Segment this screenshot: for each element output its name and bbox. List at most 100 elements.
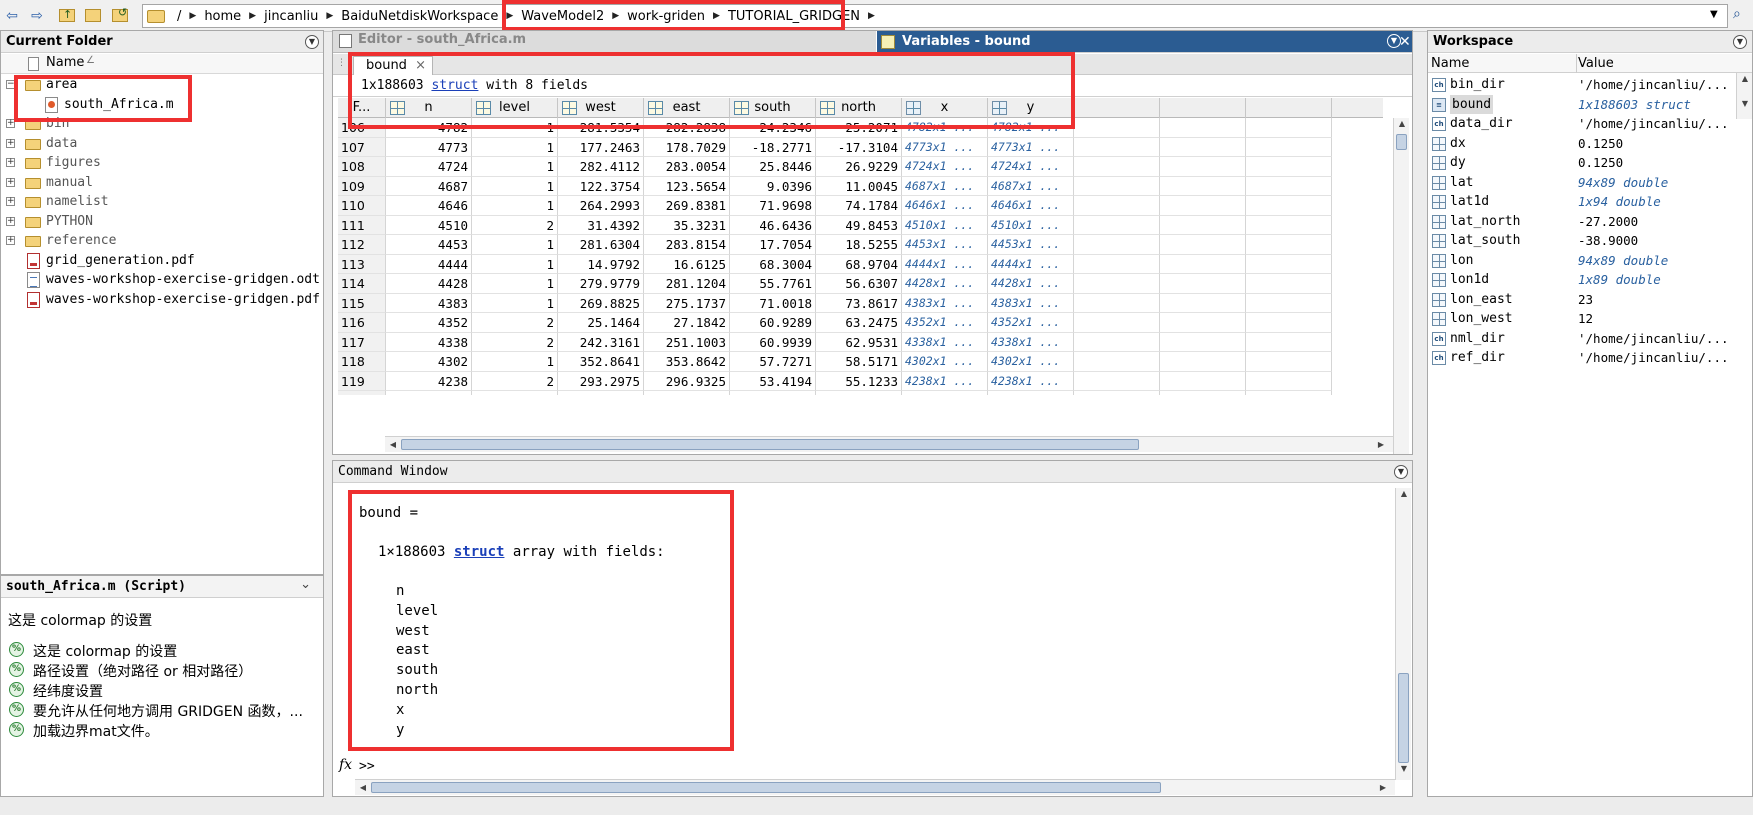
folder-item[interactable]: + figures (1, 153, 323, 172)
row-index[interactable]: 109 (338, 176, 386, 196)
column-divider[interactable] (1576, 54, 1577, 73)
table-cell[interactable]: 4510x1 ... (988, 215, 1074, 235)
empty-cell[interactable] (1074, 137, 1160, 157)
empty-cell[interactable] (1160, 235, 1246, 255)
grid-horizontal-scrollbar[interactable]: ◀ ▶ (385, 436, 1393, 452)
workspace-variable[interactable]: lat 94x89 double (1428, 173, 1752, 193)
table-row[interactable]: 109 4687 1 122.3754 123.5654 9.0396 11.0045 468… (338, 176, 1383, 196)
table-cell[interactable]: 1 (472, 274, 558, 294)
folder-item[interactable]: + bin (1, 114, 323, 133)
table-cell[interactable]: 1 (472, 176, 558, 196)
empty-cell[interactable] (1160, 313, 1246, 333)
table-cell[interactable]: 49.8453 (816, 215, 902, 235)
empty-cell[interactable] (1160, 137, 1246, 157)
table-cell[interactable]: 242.3161 (558, 332, 644, 352)
sort-icon[interactable]: ∠ (86, 55, 95, 66)
command-prompt[interactable]: >> (359, 759, 375, 774)
table-row[interactable]: 113 4444 1 14.9792 16.6125 68.3004 68.9704 4444… (338, 254, 1383, 274)
folder-item[interactable]: + PYTHON (1, 212, 323, 231)
row-index[interactable]: 106 (338, 118, 386, 138)
grid-vertical-scrollbar[interactable]: ▲ ▼ (1393, 118, 1409, 454)
table-cell[interactable]: 4782x1 ... (988, 118, 1074, 138)
struct-link[interactable]: struct (454, 544, 505, 560)
close-tab-icon[interactable]: × (415, 57, 426, 74)
empty-cell[interactable] (1074, 215, 1160, 235)
empty-cell[interactable] (1246, 137, 1332, 157)
table-cell[interactable]: 4646x1 ... (902, 196, 988, 216)
table-cell[interactable]: 296.9325 (644, 371, 730, 391)
table-cell[interactable]: 14.9792 (558, 254, 644, 274)
table-cell[interactable]: 178.7029 (644, 137, 730, 157)
empty-cell[interactable] (1246, 176, 1332, 196)
search-icon[interactable]: ⌕ (1733, 6, 1741, 22)
path-segment-root[interactable]: / (171, 9, 187, 24)
workspace-variable[interactable]: dy 0.1250 (1428, 153, 1752, 173)
table-cell[interactable]: 35.6871 (816, 391, 902, 395)
cell-item[interactable]: % 路径设置（绝对路径 or 相对路径） (1, 660, 321, 680)
empty-cell[interactable] (1074, 157, 1160, 177)
panel-menu-icon[interactable]: ▼ (305, 35, 319, 49)
name-column-header[interactable]: Name (46, 55, 84, 70)
table-cell[interactable]: 2 (472, 313, 558, 333)
table-cell[interactable]: 279.9779 (558, 274, 644, 294)
column-header[interactable]: x (902, 98, 988, 118)
table-cell[interactable]: 1 (472, 235, 558, 255)
empty-cell[interactable] (1246, 157, 1332, 177)
find-folder-icon[interactable]: ↺ (110, 6, 130, 26)
path-separator-icon[interactable]: ▶ (711, 11, 722, 21)
forward-arrow-icon[interactable]: ⇨ (27, 6, 47, 26)
table-cell[interactable]: 122.3754 (558, 176, 644, 196)
workspace-variable[interactable]: dx 0.1250 (1428, 134, 1752, 154)
table-row[interactable]: 106 4782 1 281.5354 282.2838 24.2346 25.2071 47… (338, 118, 1383, 138)
table-cell[interactable]: 4383x1 ... (902, 293, 988, 313)
empty-cell[interactable] (1074, 274, 1160, 294)
empty-cell[interactable] (1074, 293, 1160, 313)
table-cell[interactable]: 34.5946 (644, 391, 730, 395)
expand-toggle-icon[interactable]: + (6, 138, 15, 148)
folder-item[interactable]: + manual (1, 173, 323, 192)
workspace-variable[interactable]: lon 94x89 double (1428, 251, 1752, 271)
empty-cell[interactable] (1160, 332, 1246, 352)
table-cell[interactable]: 4428 (386, 274, 472, 294)
row-index[interactable]: 112 (338, 235, 386, 255)
table-cell[interactable]: 4646x1 ... (988, 196, 1074, 216)
folder-item[interactable]: − area (1, 75, 323, 94)
table-cell[interactable]: 269.8381 (644, 196, 730, 216)
column-header[interactable]: level (472, 98, 558, 118)
table-cell[interactable]: 353.8642 (644, 352, 730, 372)
table-cell[interactable]: 4646 (386, 196, 472, 216)
path-separator-icon[interactable]: ▶ (610, 11, 621, 21)
table-row[interactable]: 111 4510 2 31.4392 35.3231 46.6436 49.8453 4510… (338, 215, 1383, 235)
path-separator-icon[interactable]: ▶ (866, 11, 877, 21)
back-arrow-icon[interactable]: ⇦ (2, 6, 22, 26)
table-row[interactable]: 107 4773 1 177.2463 178.7029 -18.2771 -17.3104… (338, 137, 1383, 157)
table-cell[interactable]: 4724 (386, 157, 472, 177)
table-cell[interactable]: 4227 (386, 391, 472, 395)
table-cell[interactable]: -18.2771 (730, 137, 816, 157)
path-separator-icon[interactable]: ▶ (187, 11, 198, 21)
table-cell[interactable]: 4352 (386, 313, 472, 333)
empty-cell[interactable] (1074, 371, 1160, 391)
workspace-variable[interactable]: lon_east 23 (1428, 290, 1752, 310)
workspace-variable[interactable]: lat_north -27.2000 (1428, 212, 1752, 232)
scroll-right-icon[interactable]: ▶ (1375, 783, 1391, 792)
table-row[interactable]: 1204227132.267934.594634.562035.68714227… (338, 391, 1383, 395)
table-cell[interactable]: 4782x1 ... (902, 118, 988, 138)
row-index[interactable]: 116 (338, 313, 386, 333)
table-cell[interactable]: 293.2975 (558, 371, 644, 391)
table-cell[interactable]: 27.1842 (644, 313, 730, 333)
table-cell[interactable]: 4383x1 ... (988, 293, 1074, 313)
table-cell[interactable]: 4444 (386, 254, 472, 274)
folder-item[interactable]: + namelist (1, 192, 323, 211)
empty-cell[interactable] (1160, 196, 1246, 216)
table-cell[interactable]: 282.4112 (558, 157, 644, 177)
empty-cell[interactable] (1246, 371, 1332, 391)
scroll-up-icon[interactable]: ▲ (1396, 489, 1412, 498)
table-cell[interactable]: 283.8154 (644, 235, 730, 255)
workspace-variable[interactable]: lon1d 1x89 double (1428, 270, 1752, 290)
empty-cell[interactable] (1246, 118, 1332, 138)
scroll-thumb[interactable] (401, 439, 1139, 450)
expand-toggle-icon[interactable]: − (6, 80, 15, 89)
table-cell[interactable]: 4238 (386, 371, 472, 391)
table-cell[interactable]: 1 (472, 293, 558, 313)
